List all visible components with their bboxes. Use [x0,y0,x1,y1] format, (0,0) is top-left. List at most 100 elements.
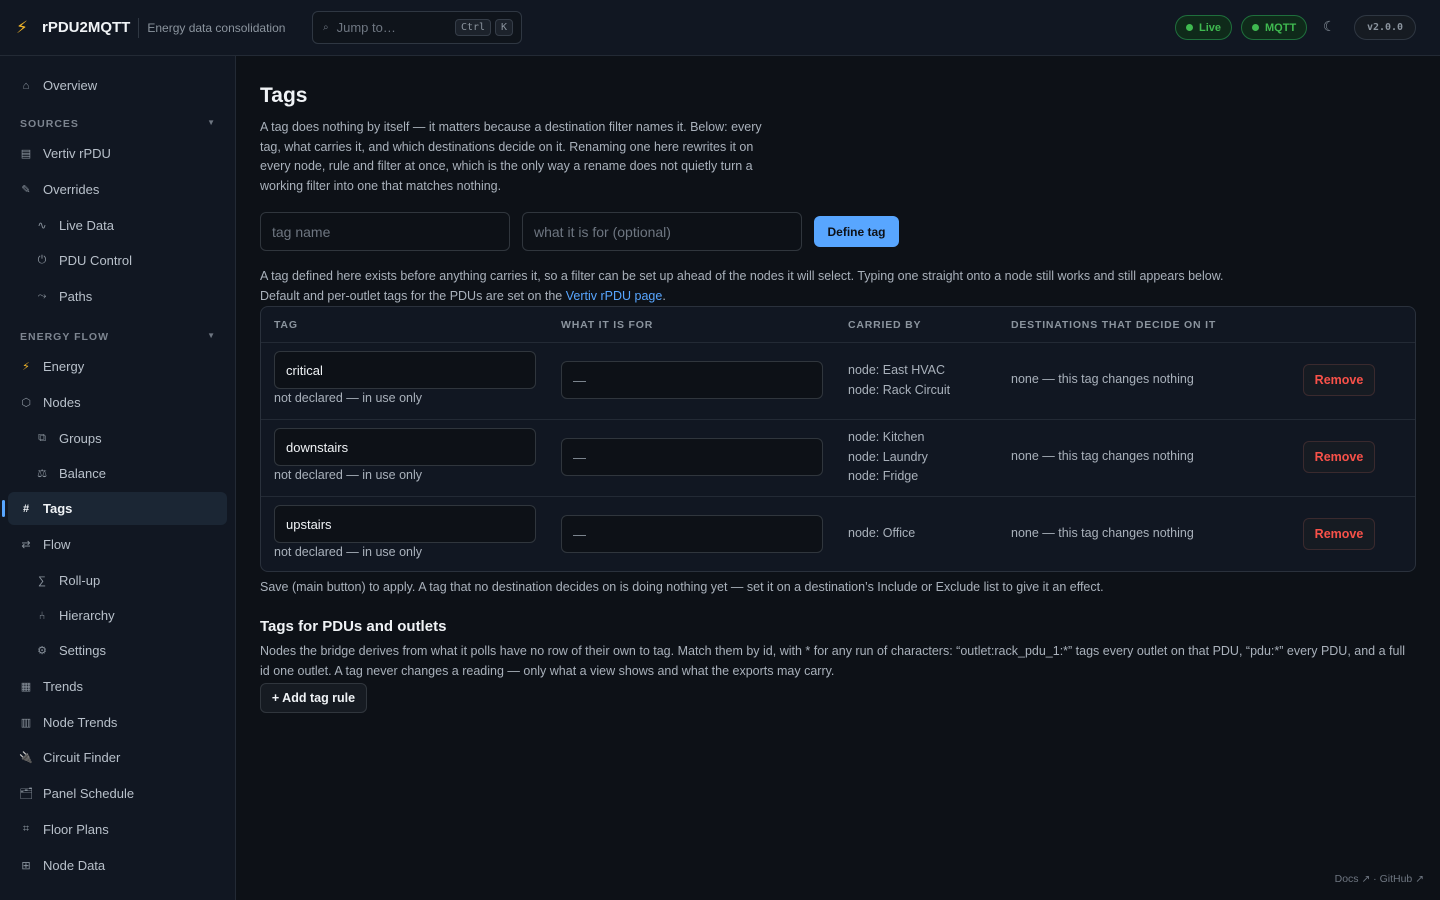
sidebar-item-overview[interactable]: ⌂ Overview [8,69,227,102]
plug-icon: 🔌 [19,752,33,764]
sidebar-item-label: Panel Schedule [43,786,135,801]
sidebar-item-vertiv-rpdu[interactable]: ▤ Vertiv rPDU [8,137,227,170]
folder-icon: 🗂 [19,788,33,800]
kbd-k: K [495,19,514,36]
sidebar-item-hierarchy[interactable]: ⑃ Hierarchy [8,599,227,632]
sidebar-item-nodes[interactable]: ⬡ Nodes [8,386,227,419]
sidebar-item-label: Tags [43,501,73,516]
sidebar-item-label: Flow [43,537,71,552]
live-label: Live [1199,21,1222,34]
tag-purpose-field[interactable] [561,515,823,553]
column-header-carried-by: CARRIED BY [848,319,922,331]
sidebar-item-node-data[interactable]: ⊞ Node Data [8,849,227,882]
chart-icon: ▦ [20,681,32,693]
sidebar-item-overrides[interactable]: ✎ Overrides [8,173,227,206]
tags-table: TAG WHAT IT IS FOR CARRIED BY DESTINATIO… [260,306,1416,572]
remove-tag-button[interactable]: Remove [1303,364,1375,396]
pdu-section-title: Tags for PDUs and outlets [260,618,447,635]
sidebar-item-settings[interactable]: ⚙ Settings [8,634,227,667]
sidebar-item-circuit-finder[interactable]: 🔌 Circuit Finder [8,741,227,774]
home-icon: ⌂ [22,79,30,92]
hash-icon: # [22,502,30,515]
sidebar-item-label: PDU Control [59,253,132,268]
hierarchy-icon: ⑃ [38,609,46,622]
tag-description-input[interactable] [522,212,802,251]
sidebar-item-pdu-control[interactable]: ⏻ PDU Control [8,244,227,277]
theme-toggle-moon-icon[interactable]: ☾ [1323,18,1336,35]
tag-name-field[interactable] [274,351,536,389]
jump-to-search[interactable]: ⌕ Jump to… Ctrl K [312,11,522,44]
sidebar-item-label: Nodes [43,395,81,410]
server-icon: ▤ [20,148,32,160]
section-label: ENERGY FLOW [20,331,109,343]
mqtt-label: MQTT [1265,21,1297,34]
sidebar-item-panel-schedule[interactable]: 🗂 Panel Schedule [8,777,227,810]
sidebar-section-energy-flow[interactable]: ENERGY FLOW ▼ [20,331,216,343]
search-placeholder: Jump to… [336,20,396,35]
tag-status: not declared — in use only [274,391,423,405]
carried-by-node: node: Fridge [848,469,919,483]
section-label: SOURCES [20,118,79,130]
define-tag-button[interactable]: Define tag [814,216,899,247]
divider [138,17,140,38]
top-bar: ⚡ rPDU2MQTT Energy data consolidation ⌕ … [0,0,1440,56]
page-intro: A tag does nothing by itself — it matter… [260,120,762,193]
groups-icon: ⧉ [38,432,46,444]
grid-icon: ⌗ [22,823,30,835]
destinations-value: none — this tag changes nothing [1011,526,1194,540]
bolt-icon: ⚡ [22,361,30,373]
column-header-destinations: DESTINATIONS THAT DECIDE ON IT [1011,319,1217,331]
hexagon-icon: ⬡ [21,397,31,409]
sidebar-item-label: Floor Plans [43,822,109,837]
sidebar-item-floor-plans[interactable]: ⌗ Floor Plans [8,813,227,846]
carried-by-node: node: Rack Circuit [848,382,951,397]
sidebar-item-rollup[interactable]: ∑ Roll-up [8,564,227,597]
sidebar-item-energy[interactable]: ⚡ Energy [8,350,227,383]
carried-by-node: node: Kitchen [848,430,925,444]
sidebar-item-paths[interactable]: ⤳ Paths [8,280,227,313]
sidebar-item-live-data[interactable]: ∿ Live Data [8,209,227,242]
tag-status: not declared — in use only [274,468,423,482]
define-note: A tag defined here exists before anythin… [260,269,1224,283]
search-icon: ⌕ [323,22,329,33]
note-suffix: . [662,289,666,303]
sidebar-item-flow[interactable]: ⇄ Flow [8,528,227,561]
add-tag-rule-button[interactable]: + Add tag rule [260,683,367,713]
tag-purpose-field[interactable] [561,361,823,399]
arrows-icon: ⇄ [21,539,31,551]
sidebar-item-balance[interactable]: ⚖ Balance [8,457,227,490]
sidebar-item-node-trends[interactable]: ▥ Node Trends [8,706,227,739]
sidebar-item-groups[interactable]: ⧉ Groups [8,422,227,455]
carried-by-list: node: East HVAC node: Rack Circuit [848,361,950,400]
version-badge: v2.0.0 [1354,15,1416,40]
remove-tag-button[interactable]: Remove [1303,518,1375,550]
bar-chart-icon: ▥ [20,717,32,729]
sidebar-item-label: Live Data [59,218,114,233]
gear-icon: ⚙ [37,645,47,657]
bolt-icon: ⚡ [16,17,28,37]
sigma-icon: ∑ [38,574,46,587]
power-icon: ⏻ [37,254,47,266]
vertiv-rpdu-link[interactable]: Vertiv rPDU page [566,289,663,303]
brand[interactable]: ⚡ rPDU2MQTT Energy data consolidation [16,17,285,38]
sidebar-item-label: Groups [59,431,102,446]
sidebar-item-tags[interactable]: # Tags [2,492,227,525]
destinations-value: none — this tag changes nothing [1011,372,1194,386]
tag-name-field[interactable] [274,505,536,543]
carried-by-node: node: East HVAC [848,363,946,377]
tag-name-input[interactable] [260,212,510,251]
footer-links[interactable]: Docs ↗ · GitHub ↗ [1335,873,1424,885]
sidebar-section-sources[interactable]: SOURCES ▼ [20,118,216,130]
table-icon: ⊞ [21,860,31,872]
tag-name-field[interactable] [274,428,536,466]
tag-purpose-field[interactable] [561,438,823,476]
sidebar-item-label: Overview [43,78,98,93]
carried-by-list: node: Office [848,524,915,544]
sidebar-item-trends[interactable]: ▦ Trends [8,670,227,703]
remove-tag-button[interactable]: Remove [1303,441,1375,473]
sidebar: ⌂ Overview SOURCES ▼ ▤ Vertiv rPDU ✎ Ove… [0,56,236,900]
destinations-value: none — this tag changes nothing [1011,449,1194,463]
kbd-ctrl: Ctrl [455,19,492,36]
sidebar-item-label: Energy [43,359,85,374]
sidebar-item-label: Circuit Finder [43,750,121,765]
